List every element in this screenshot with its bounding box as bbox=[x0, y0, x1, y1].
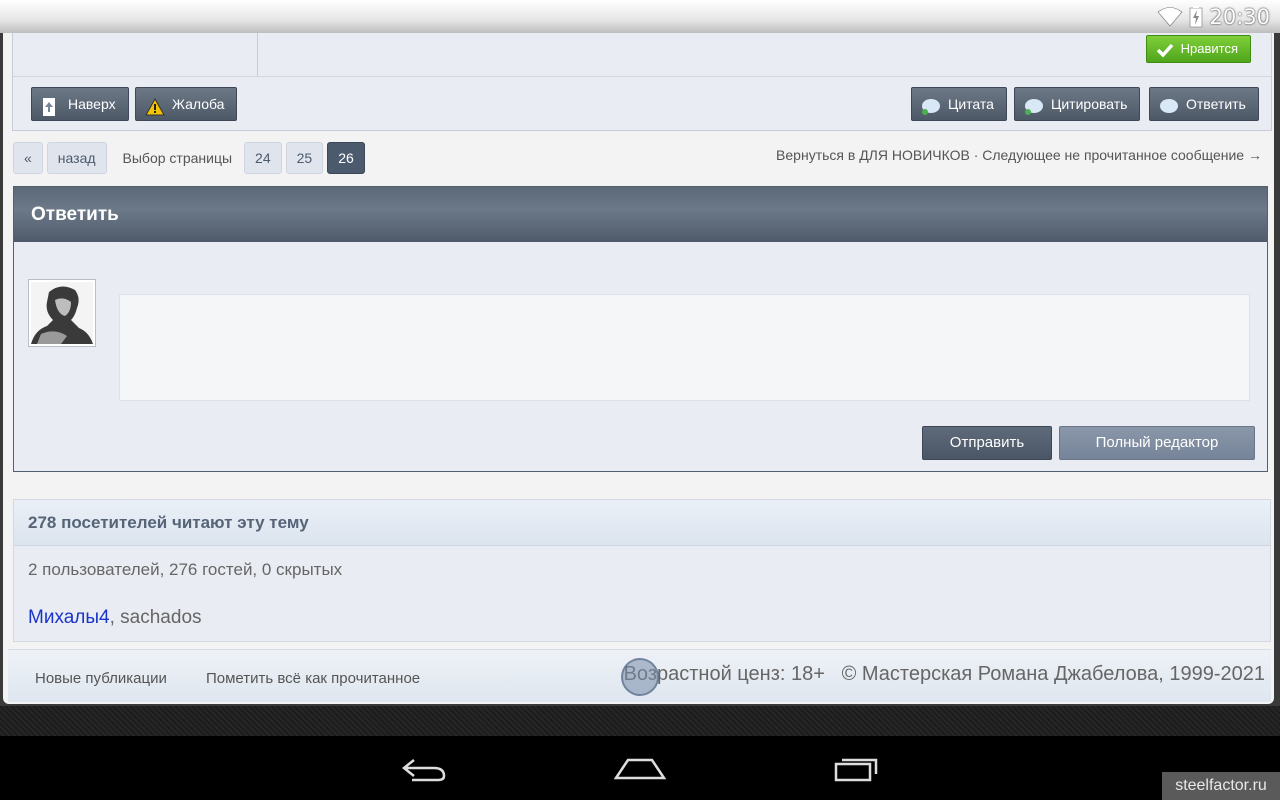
next-unread-link[interactable]: Следующее не прочитанное сообщение → bbox=[982, 147, 1262, 163]
status-clock: 20:30 bbox=[1209, 4, 1270, 29]
readers-list: Михалы4, sachados bbox=[28, 607, 202, 628]
readers-summary: 2 пользователей, 276 гостей, 0 скрытых bbox=[28, 560, 343, 579]
new-posts-link[interactable]: Новые публикации bbox=[35, 670, 167, 687]
speech-bubble-icon bbox=[921, 95, 941, 127]
watermark: steelfactor.ru bbox=[1162, 772, 1280, 800]
post-footer: Нравится Наверх Жалоба Цитата Цитировать… bbox=[12, 33, 1272, 131]
topic-navigation: Вернуться в ДЛЯ НОВИЧКОВ · Следующее не … bbox=[776, 147, 1262, 163]
battery-charging-icon bbox=[1189, 5, 1203, 28]
like-label: Нравится bbox=[1180, 41, 1238, 56]
send-button[interactable]: Отправить bbox=[922, 426, 1052, 460]
checkmark-icon bbox=[1156, 41, 1174, 67]
back-to-top-button[interactable]: Наверх bbox=[31, 87, 129, 121]
quote-button[interactable]: Цитата bbox=[911, 87, 1007, 121]
full-editor-button[interactable]: Полный редактор bbox=[1059, 426, 1255, 460]
like-button[interactable]: Нравится bbox=[1145, 35, 1251, 63]
page-select-label: Выбор страницы bbox=[122, 150, 233, 166]
reply-title: Ответить bbox=[14, 187, 1267, 242]
page-bottom-edge bbox=[0, 706, 1280, 736]
first-page-button[interactable]: « bbox=[13, 142, 43, 174]
touch-indicator bbox=[621, 658, 659, 696]
wifi-icon bbox=[1157, 6, 1183, 27]
back-to-forum-link[interactable]: Вернуться в ДЛЯ НОВИЧКОВ bbox=[776, 147, 970, 163]
reply-editor[interactable] bbox=[119, 294, 1250, 401]
speech-bubble-plus-icon bbox=[1024, 95, 1044, 127]
page-button[interactable]: 25 bbox=[285, 142, 324, 174]
readers-title: 278 посетителей читают эту тему bbox=[14, 500, 1270, 546]
pagination: « назад Выбор страницы 24 25 26 bbox=[13, 142, 369, 174]
nav-separator: · bbox=[973, 147, 979, 163]
page-content: Нравится Наверх Жалоба Цитата Цитировать… bbox=[3, 33, 1274, 704]
topic-readers: 278 посетителей читают эту тему 2 пользо… bbox=[13, 499, 1271, 642]
prev-page-button[interactable]: назад bbox=[46, 142, 107, 174]
quick-reply-box: Ответить Отправить Полный редактор bbox=[13, 186, 1268, 472]
mark-all-read-link[interactable]: Пометить всё как прочитанное bbox=[206, 670, 420, 687]
back-icon[interactable] bbox=[400, 750, 448, 791]
recent-apps-icon[interactable] bbox=[832, 750, 882, 791]
footer-info: Возрастной ценз: 18+ © Мастерская Романа… bbox=[624, 663, 1265, 686]
multiquote-button[interactable]: Цитировать bbox=[1014, 87, 1141, 121]
reply-button[interactable]: Ответить bbox=[1149, 87, 1259, 121]
user-link[interactable]: Михалы4 bbox=[28, 607, 110, 628]
post-author-column bbox=[13, 33, 258, 76]
arrow-up-page-icon bbox=[41, 95, 57, 127]
browser-page: Нравится Наверх Жалоба Цитата Цитировать… bbox=[0, 33, 1280, 706]
report-button[interactable]: Жалоба bbox=[135, 87, 238, 121]
warning-icon bbox=[145, 95, 165, 127]
android-navigation-bar: steelfactor.ru bbox=[0, 736, 1280, 800]
current-page-button[interactable]: 26 bbox=[327, 142, 365, 174]
page-button[interactable]: 24 bbox=[244, 142, 282, 174]
android-status-bar: 20:30 bbox=[0, 0, 1280, 33]
home-icon[interactable] bbox=[613, 750, 667, 791]
user-link[interactable]: sachados bbox=[120, 607, 201, 628]
avatar bbox=[28, 279, 96, 347]
copyright: © Мастерская Романа Джабелова, 1999-2021 bbox=[841, 663, 1265, 685]
speech-bubble-icon bbox=[1159, 95, 1179, 127]
post-controls: Наверх Жалоба Цитата Цитировать Ответить bbox=[13, 76, 1271, 131]
user-avatar-image bbox=[31, 282, 93, 344]
